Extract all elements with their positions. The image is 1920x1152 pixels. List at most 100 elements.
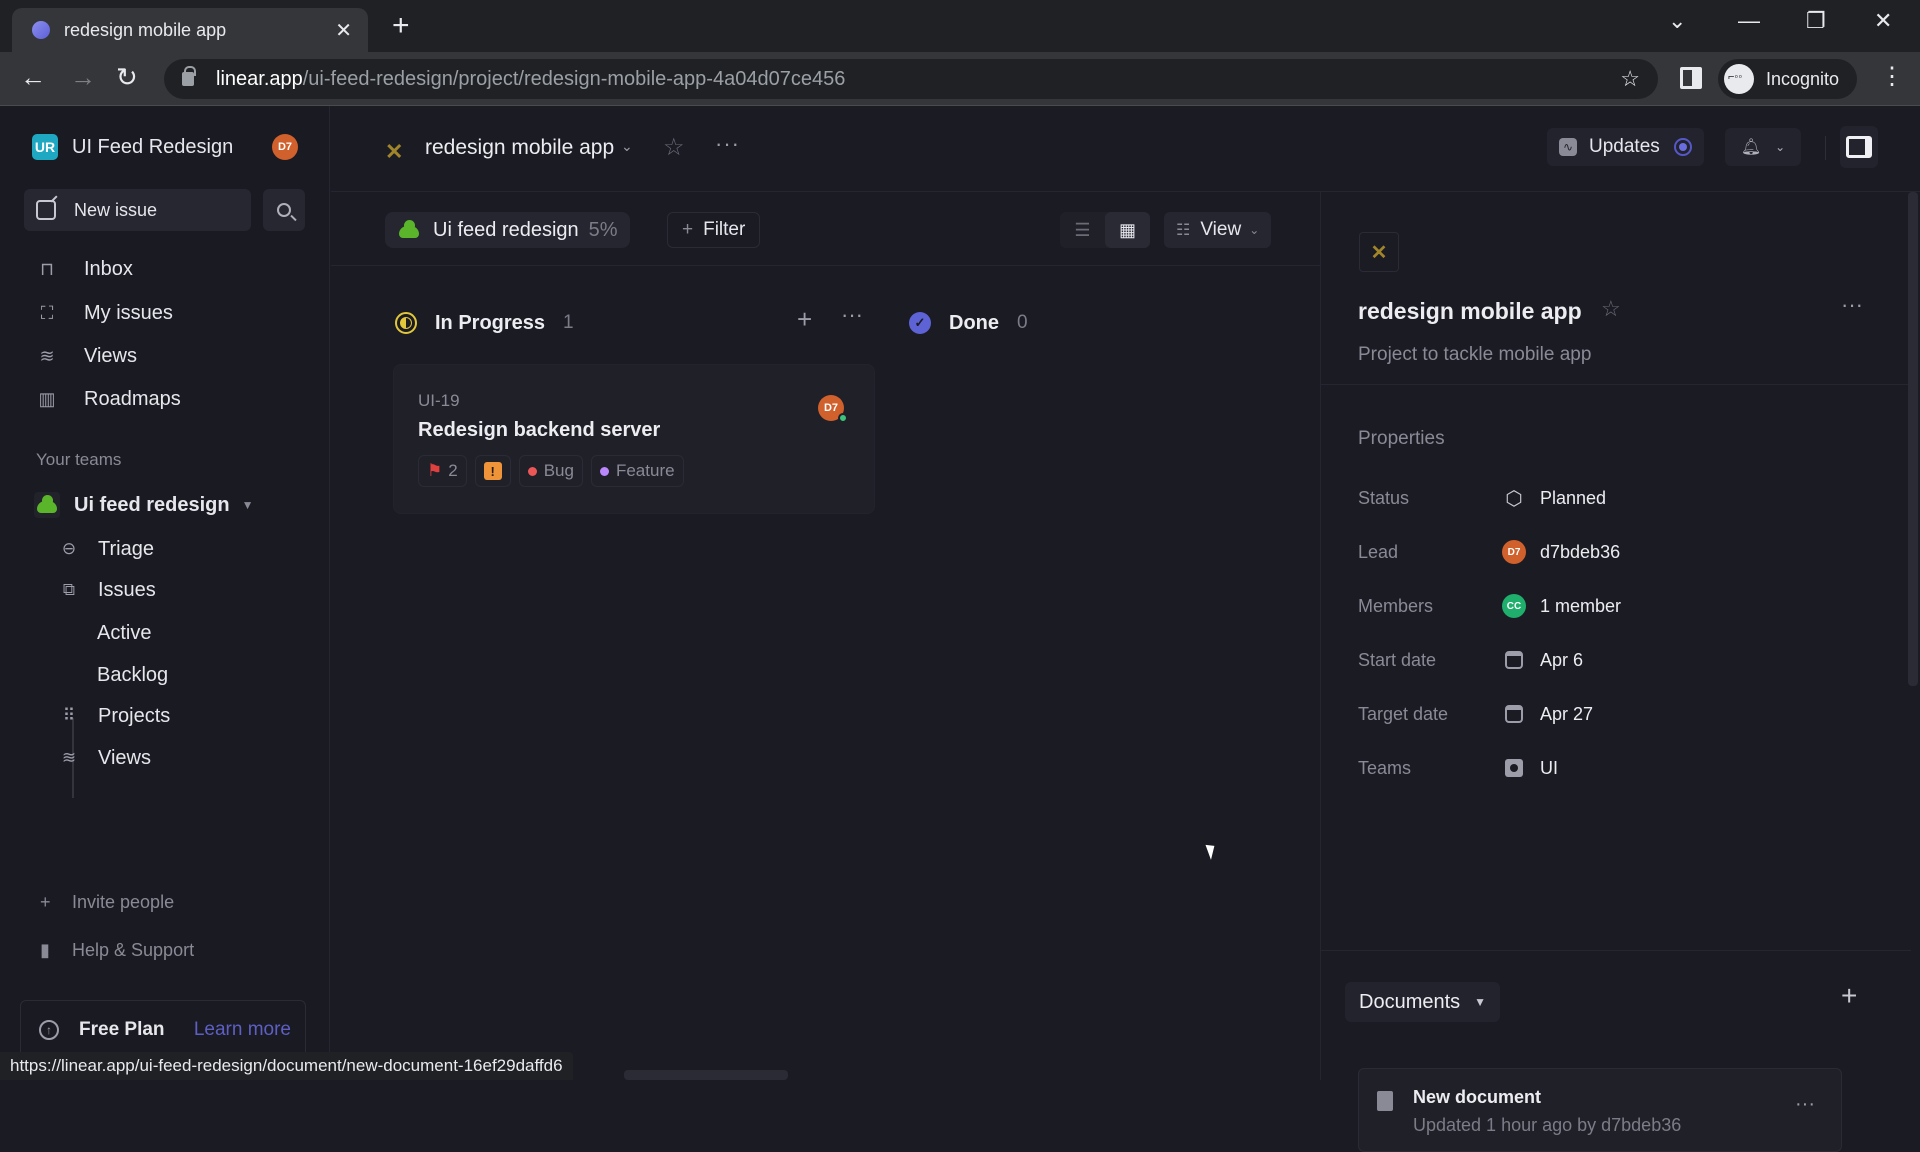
search-button[interactable] <box>263 189 305 231</box>
team-progress-chip[interactable]: Ui feed redesign 5% <box>385 212 630 248</box>
project-title[interactable]: redesign mobile app <box>425 136 614 160</box>
view-options-button[interactable]: ☷ View ⌄ <box>1164 212 1272 248</box>
layers-icon: ≋ <box>39 345 55 366</box>
address-bar[interactable]: linear.app /ui-feed-redesign/project/red… <box>164 59 1658 99</box>
sidebar-item-label: Roadmaps <box>84 387 181 410</box>
forward-button[interactable]: → <box>70 62 96 93</box>
document-more-icon[interactable]: ··· <box>1795 1093 1815 1116</box>
property-target-date[interactable]: Target date Apr 27 <box>1358 700 1593 728</box>
sidebar-item-my-issues[interactable]: ⛶ My issues <box>36 296 173 330</box>
incognito-label: Incognito <box>1766 68 1840 89</box>
sidebar: UR UI Feed Redesign D7 New issue ⊓ Inbox… <box>0 106 330 1080</box>
property-members[interactable]: Members CC 1 member <box>1358 592 1621 620</box>
notifications-button[interactable]: 🔔︎ ⌄ <box>1725 128 1801 166</box>
sidebar-item-backlog[interactable]: Backlog <box>97 664 168 687</box>
new-tab-button[interactable]: + <box>392 10 410 42</box>
member-avatar: CC <box>1502 594 1526 618</box>
issues-icon: ⧉ <box>62 580 76 599</box>
workspace-switcher[interactable]: UR UI Feed Redesign <box>32 134 233 160</box>
link-hover-status: https://linear.app/ui-feed-redesign/docu… <box>0 1052 573 1080</box>
issue-id: UI-19 <box>418 391 460 410</box>
close-window-button[interactable]: ✕ <box>1874 8 1892 34</box>
sidebar-item-team-views[interactable]: ≋ Views <box>58 741 151 775</box>
add-issue-icon[interactable]: + <box>797 304 812 335</box>
user-avatar[interactable]: D7 <box>272 134 298 160</box>
filter-bar: Ui feed redesign 5% + Filter ☰ ▦ ☷ View … <box>331 192 1320 266</box>
board-horizontal-scrollbar[interactable] <box>624 1070 788 1080</box>
label-chip-feature[interactable]: Feature <box>590 455 684 487</box>
documents-dropdown[interactable]: Documents ▼ <box>1345 982 1501 1022</box>
property-teams[interactable]: Teams UI <box>1358 754 1558 782</box>
label-chip-bug[interactable]: Bug <box>518 455 583 487</box>
property-value: Planned <box>1540 487 1607 508</box>
priority-chip[interactable]: ! <box>474 455 511 487</box>
sub-issues-chip[interactable]: ⚑ 2 <box>418 455 467 487</box>
sliders-icon: ☷ <box>1176 222 1191 239</box>
column-count: 1 <box>563 312 574 333</box>
new-issue-button[interactable]: New issue <box>24 189 251 231</box>
board-layout-icon[interactable]: ▦ <box>1105 212 1150 248</box>
back-button[interactable]: ← <box>20 62 46 93</box>
project-tools-icon[interactable]: ✕ <box>1359 232 1399 272</box>
sidebar-item-active[interactable]: Active <box>97 622 151 645</box>
sidebar-item-inbox[interactable]: ⊓ Inbox <box>36 252 133 286</box>
learn-more-link[interactable]: Learn more <box>194 1019 291 1041</box>
updates-button[interactable]: ∿ Updates <box>1547 128 1704 166</box>
sidebar-item-roadmaps[interactable]: ▥ Roadmaps <box>36 382 181 416</box>
linear-app: UR UI Feed Redesign D7 New issue ⊓ Inbox… <box>0 106 1920 1152</box>
bell-icon: 🔔︎ <box>1740 139 1762 156</box>
tab-search-icon[interactable]: ⌄ <box>1668 8 1686 34</box>
divider <box>1321 950 1911 951</box>
property-status[interactable]: Status ⬡ Planned <box>1358 484 1606 512</box>
bookmark-star-icon[interactable]: ☆ <box>1620 66 1640 92</box>
property-key: Target date <box>1358 703 1449 724</box>
issue-card[interactable]: UI-19 Redesign backend server D7 ⚑ 2 ! B… <box>393 364 875 514</box>
layout-toggle: ☰ ▦ <box>1060 212 1150 248</box>
more-options-icon[interactable]: ··· <box>715 131 740 157</box>
favorite-star-icon[interactable]: ☆ <box>1601 296 1621 322</box>
favorite-star-icon[interactable]: ☆ <box>663 133 685 162</box>
divider <box>1825 136 1826 160</box>
browser-tab[interactable]: redesign mobile app ✕ <box>12 8 368 52</box>
panel-scrollbar[interactable] <box>1908 192 1918 686</box>
restore-button[interactable]: ❐ <box>1806 8 1826 34</box>
assignee-avatar[interactable]: D7 <box>818 395 848 423</box>
column-more-icon[interactable]: ··· <box>841 302 863 328</box>
sub-issue-flag-icon: ⚑ <box>427 461 443 480</box>
project-description[interactable]: Project to tackle mobile app <box>1358 344 1591 366</box>
property-start-date[interactable]: Start date Apr 6 <box>1358 646 1583 674</box>
sidebar-item-triage[interactable]: ⊖ Triage <box>58 532 154 566</box>
minimize-button[interactable]: — <box>1738 8 1760 34</box>
more-options-icon[interactable]: ··· <box>1841 292 1863 318</box>
panel-project-title[interactable]: redesign mobile app <box>1358 298 1582 325</box>
properties-heading: Properties <box>1358 428 1445 449</box>
linear-favicon-icon <box>32 21 50 39</box>
add-document-icon[interactable]: + <box>1841 980 1857 1012</box>
reload-button[interactable]: ↻ <box>116 62 138 93</box>
incognito-badge[interactable]: Incognito <box>1718 59 1858 99</box>
project-tools-icon: ✕ <box>385 139 404 164</box>
divider <box>1321 384 1911 385</box>
sidebar-item-views[interactable]: ≋ Views <box>36 339 137 373</box>
document-item[interactable]: New document Updated 1 hour ago by d7bde… <box>1358 1068 1842 1152</box>
filter-button[interactable]: + Filter <box>667 212 761 248</box>
list-layout-icon[interactable]: ☰ <box>1060 212 1105 248</box>
help-support-link[interactable]: ▮ Help & Support <box>40 940 194 961</box>
toggle-details-panel-button[interactable] <box>1840 126 1878 168</box>
chevron-down-icon[interactable]: ⌄ <box>621 138 633 155</box>
inbox-icon: ⊓ <box>39 258 55 279</box>
chevron-down-icon: ⌄ <box>1775 140 1786 154</box>
sidebar-item-label: Issues <box>98 578 156 601</box>
side-panel-icon[interactable] <box>1680 67 1702 89</box>
team-ui-feed-redesign[interactable]: Ui feed redesign ▼ <box>34 492 254 518</box>
property-lead[interactable]: Lead D7 d7bdeb36 <box>1358 538 1620 566</box>
sidebar-item-label: Triage <box>98 537 154 560</box>
invite-people-link[interactable]: + Invite people <box>40 892 174 913</box>
sidebar-item-projects[interactable]: ⠿ Projects <box>58 699 170 733</box>
browser-menu-icon[interactable]: ⋮ <box>1880 62 1904 91</box>
close-tab-icon[interactable]: ✕ <box>335 18 352 43</box>
view-label: View <box>1200 219 1242 240</box>
team-name: Ui feed redesign <box>74 493 230 516</box>
invite-people-label: Invite people <box>72 892 175 912</box>
sidebar-item-issues[interactable]: ⧉ Issues <box>58 573 156 607</box>
